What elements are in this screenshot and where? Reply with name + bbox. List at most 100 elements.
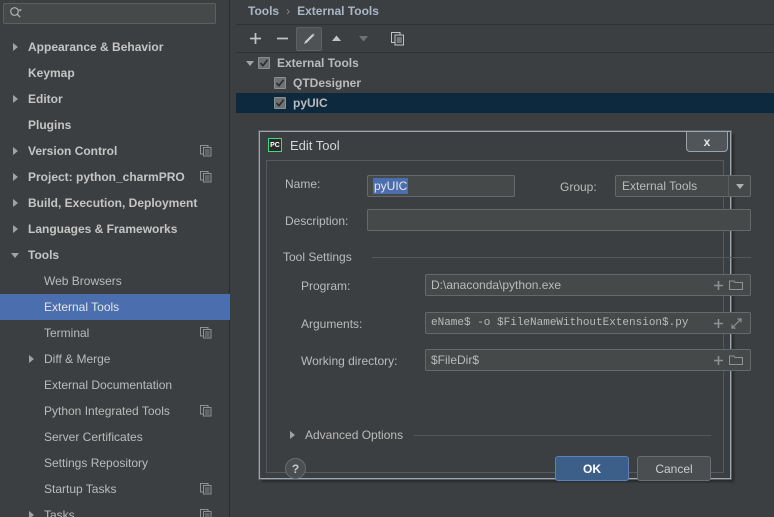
arrow-up-icon (330, 32, 343, 45)
group-select[interactable]: External Tools (615, 175, 751, 197)
sidebar-item-label: Tools (28, 248, 60, 262)
sidebar-item-label: Web Browsers (44, 274, 122, 288)
chevron-down-icon[interactable] (242, 60, 258, 66)
chevron-right-icon[interactable] (8, 92, 22, 106)
settings-window: Appearance & Behavior Keymap Editor Plugins… (0, 0, 774, 517)
sidebar-item-project-python-charmpro[interactable]: Project: python_charmPRO (0, 164, 230, 190)
program-label: Program: (301, 279, 351, 293)
breadcrumb: Tools › External Tools (248, 0, 379, 22)
sidebar-item-label: Version Control (28, 144, 118, 158)
chevron-down-icon[interactable] (728, 176, 750, 196)
sidebar-item-diff-merge[interactable]: Diff & Merge (0, 346, 230, 372)
working-directory-label: Working directory: (301, 354, 398, 368)
edit-button[interactable] (296, 26, 322, 51)
sidebar-item-label: External Documentation (44, 378, 173, 392)
advanced-options-toggle[interactable]: Advanced Options (285, 428, 403, 442)
insert-macro-icon[interactable] (709, 350, 727, 370)
sidebar-item-external-tools[interactable]: External Tools (0, 294, 230, 320)
insert-macro-icon[interactable] (709, 313, 727, 333)
checkbox[interactable] (274, 77, 286, 89)
tool-list-row-label: External Tools (277, 56, 359, 70)
arguments-input-value: eName$ -o $FileNameWithoutExtension$.py (431, 317, 689, 329)
tools-toolbar (236, 25, 774, 53)
remove-button[interactable] (269, 27, 295, 51)
copy-settings-icon[interactable] (200, 509, 212, 517)
copy-settings-icon[interactable] (200, 327, 212, 342)
checkbox[interactable] (274, 97, 286, 109)
tool-list-row[interactable]: pyUIC (236, 93, 774, 113)
sidebar-item-terminal[interactable]: Terminal (0, 320, 230, 346)
group-select-value: External Tools (622, 179, 698, 193)
sidebar-item-label: Keymap (28, 66, 75, 80)
move-down-button[interactable] (350, 27, 376, 51)
chevron-right-icon[interactable] (24, 508, 38, 517)
copy-settings-icon[interactable] (200, 171, 212, 186)
sidebar-item-appearance-behavior[interactable]: Appearance & Behavior (0, 34, 230, 60)
sidebar-item-build-execution-deployment[interactable]: Build, Execution, Deployment (0, 190, 230, 216)
copy-settings-icon[interactable] (200, 483, 212, 498)
dialog-titlebar[interactable]: PC Edit Tool x (260, 132, 730, 158)
sidebar-item-startup-tasks[interactable]: Startup Tasks (0, 476, 230, 502)
sidebar-item-tools[interactable]: Tools (0, 242, 230, 268)
name-input[interactable]: pyUIC (367, 175, 515, 197)
checkbox[interactable] (258, 57, 270, 69)
chevron-right-icon[interactable] (8, 40, 22, 54)
sidebar-item-tasks[interactable]: Tasks (0, 502, 230, 517)
copy-settings-icon[interactable] (200, 145, 212, 160)
pencil-icon (302, 32, 316, 46)
sidebar-item-languages-frameworks[interactable]: Languages & Frameworks (0, 216, 230, 242)
program-input[interactable]: D:\anaconda\python.exe (425, 274, 751, 296)
copy-settings-icon[interactable] (200, 405, 212, 420)
sidebar-item-keymap[interactable]: Keymap (0, 60, 230, 86)
sidebar-item-server-certificates[interactable]: Server Certificates (0, 424, 230, 450)
sidebar-item-label: Project: python_charmPRO (28, 170, 185, 184)
dialog-title: Edit Tool (290, 137, 340, 153)
browse-folder-icon[interactable] (727, 275, 745, 295)
breadcrumb-parent[interactable]: Tools (248, 4, 279, 18)
minus-icon (276, 32, 289, 45)
edit-tool-dialog: PC Edit Tool x Name: pyUIC Group: Extern… (259, 131, 751, 481)
tool-list-row[interactable]: QTDesigner (236, 73, 774, 93)
arguments-input[interactable]: eName$ -o $FileNameWithoutExtension$.py (425, 312, 751, 334)
breadcrumb-current: External Tools (297, 4, 379, 18)
description-input[interactable] (367, 209, 751, 231)
name-label: Name: (285, 177, 321, 191)
cancel-button[interactable]: Cancel (637, 456, 711, 481)
search-input[interactable] (22, 6, 215, 21)
sidebar-item-label: Editor (28, 92, 63, 106)
sidebar-item-external-documentation[interactable]: External Documentation (0, 372, 230, 398)
chevron-right-icon[interactable] (8, 222, 22, 236)
browse-folder-icon[interactable] (727, 350, 745, 370)
working-directory-input[interactable]: $FileDir$ (425, 349, 751, 371)
sidebar-item-settings-repository[interactable]: Settings Repository (0, 450, 230, 476)
chevron-right-icon[interactable] (24, 352, 38, 366)
program-input-value: D:\anaconda\python.exe (431, 278, 562, 292)
settings-tree: Appearance & Behavior Keymap Editor Plugins… (0, 34, 230, 517)
copy-icon (391, 31, 405, 46)
close-button[interactable]: x (686, 132, 728, 152)
tool-list-row[interactable]: External Tools (236, 53, 774, 73)
tool-list-row-label: pyUIC (293, 96, 328, 110)
sidebar-item-label: Build, Execution, Deployment (28, 196, 198, 210)
chevron-right-icon[interactable] (8, 170, 22, 184)
move-up-button[interactable] (323, 27, 349, 51)
sidebar-item-editor[interactable]: Editor (0, 86, 230, 112)
plus-icon (249, 32, 262, 45)
chevron-right-icon[interactable] (8, 144, 22, 158)
tool-settings-group-label: Tool Settings (283, 250, 358, 264)
sidebar-item-version-control[interactable]: Version Control (0, 138, 230, 164)
settings-sidebar: Appearance & Behavior Keymap Editor Plugins… (0, 0, 230, 517)
sidebar-item-python-integrated-tools[interactable]: Python Integrated Tools (0, 398, 230, 424)
ok-button[interactable]: OK (555, 456, 629, 481)
search-box[interactable] (3, 3, 216, 24)
chevron-right-icon[interactable] (8, 196, 22, 210)
sidebar-item-plugins[interactable]: Plugins (0, 112, 230, 138)
sidebar-item-label: Diff & Merge (44, 352, 111, 366)
chevron-down-icon[interactable] (8, 248, 22, 262)
help-button[interactable]: ? (285, 458, 306, 479)
copy-button[interactable] (385, 27, 411, 51)
expand-editor-icon[interactable] (727, 313, 745, 333)
insert-macro-icon[interactable] (709, 275, 727, 295)
add-button[interactable] (242, 27, 268, 51)
sidebar-item-web-browsers[interactable]: Web Browsers (0, 268, 230, 294)
